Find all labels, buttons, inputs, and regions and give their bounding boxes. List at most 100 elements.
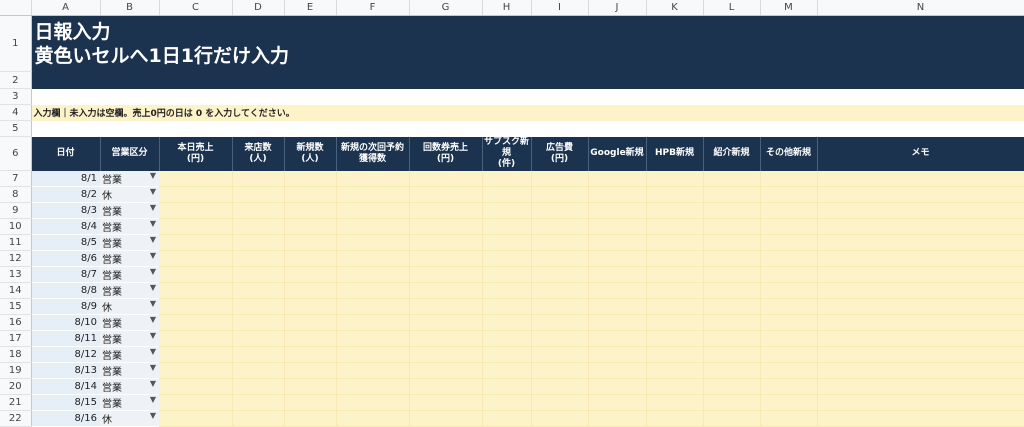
header-business-type[interactable]: 営業区分 (100, 137, 159, 171)
input-cell[interactable] (232, 218, 284, 234)
business-type-dropdown[interactable]: 営業▼ (100, 282, 159, 298)
column-header[interactable]: A (31, 0, 100, 16)
row-number[interactable]: 2 (0, 72, 31, 89)
input-cell[interactable] (284, 202, 336, 218)
input-cell[interactable] (482, 362, 531, 378)
input-cell[interactable] (588, 330, 646, 346)
input-cell[interactable] (703, 186, 760, 202)
triangle-down-icon[interactable]: ▼ (150, 187, 156, 196)
input-cell[interactable] (284, 314, 336, 330)
input-cell[interactable] (159, 186, 232, 202)
input-cell[interactable] (588, 282, 646, 298)
input-cell[interactable] (409, 266, 482, 282)
triangle-down-icon[interactable]: ▼ (150, 219, 156, 228)
input-cell[interactable] (409, 282, 482, 298)
input-cell[interactable] (588, 218, 646, 234)
input-cell[interactable] (817, 234, 1024, 250)
input-cell[interactable] (646, 171, 703, 187)
input-cell[interactable] (817, 202, 1024, 218)
input-cell[interactable] (232, 330, 284, 346)
input-cell[interactable] (159, 362, 232, 378)
row-number[interactable]: 14 (0, 282, 31, 298)
blank-cell[interactable] (31, 89, 1024, 105)
input-cell[interactable] (336, 362, 409, 378)
business-type-dropdown[interactable]: 休▼ (100, 410, 159, 426)
date-cell[interactable]: 8/14 (31, 378, 100, 394)
input-cell[interactable] (336, 218, 409, 234)
triangle-down-icon[interactable]: ▼ (150, 379, 156, 388)
triangle-down-icon[interactable]: ▼ (150, 171, 156, 180)
input-cell[interactable] (159, 298, 232, 314)
input-cell[interactable] (531, 330, 588, 346)
input-cell[interactable] (482, 266, 531, 282)
date-cell[interactable]: 8/5 (31, 234, 100, 250)
input-cell[interactable] (760, 202, 817, 218)
input-cell[interactable] (482, 410, 531, 426)
row-number[interactable]: 7 (0, 171, 31, 187)
business-type-dropdown[interactable]: 営業▼ (100, 362, 159, 378)
input-cell[interactable] (817, 218, 1024, 234)
business-type-dropdown[interactable]: 営業▼ (100, 330, 159, 346)
input-cell[interactable] (760, 282, 817, 298)
input-cell[interactable] (588, 202, 646, 218)
input-cell[interactable] (703, 394, 760, 410)
input-cell[interactable] (336, 346, 409, 362)
row-number[interactable]: 17 (0, 330, 31, 346)
input-cell[interactable] (703, 298, 760, 314)
input-cell[interactable] (232, 282, 284, 298)
input-cell[interactable] (588, 394, 646, 410)
input-cell[interactable] (159, 378, 232, 394)
select-all-corner[interactable] (0, 0, 31, 16)
input-cell[interactable] (646, 298, 703, 314)
input-cell[interactable] (703, 346, 760, 362)
input-cell[interactable] (531, 250, 588, 266)
input-cell[interactable] (159, 330, 232, 346)
input-cell[interactable] (159, 346, 232, 362)
input-cell[interactable] (703, 314, 760, 330)
input-cell[interactable] (409, 394, 482, 410)
column-header[interactable]: D (232, 0, 284, 16)
header-next-booking[interactable]: 新規の次回予約 獲得数 (336, 137, 409, 171)
input-cell[interactable] (531, 202, 588, 218)
input-cell[interactable] (284, 346, 336, 362)
input-cell[interactable] (336, 298, 409, 314)
input-cell[interactable] (482, 282, 531, 298)
row-number[interactable]: 19 (0, 362, 31, 378)
business-type-dropdown[interactable]: 営業▼ (100, 218, 159, 234)
input-cell[interactable] (159, 218, 232, 234)
header-google-new[interactable]: Google新規 (588, 137, 646, 171)
input-cell[interactable] (817, 378, 1024, 394)
header-date[interactable]: 日付 (31, 137, 100, 171)
input-cell[interactable] (159, 314, 232, 330)
column-header[interactable]: J (588, 0, 646, 16)
date-cell[interactable]: 8/12 (31, 346, 100, 362)
input-cell[interactable] (159, 282, 232, 298)
row-number[interactable]: 1 (0, 16, 31, 72)
input-cell[interactable] (531, 346, 588, 362)
input-cell[interactable] (336, 330, 409, 346)
input-cell[interactable] (760, 298, 817, 314)
row-number[interactable]: 16 (0, 314, 31, 330)
row-number[interactable]: 15 (0, 298, 31, 314)
input-cell[interactable] (817, 314, 1024, 330)
input-cell[interactable] (588, 266, 646, 282)
input-cell[interactable] (588, 346, 646, 362)
triangle-down-icon[interactable]: ▼ (150, 235, 156, 244)
input-cell[interactable] (646, 266, 703, 282)
input-cell[interactable] (646, 218, 703, 234)
column-header[interactable]: N (817, 0, 1024, 16)
input-cell[interactable] (232, 250, 284, 266)
input-cell[interactable] (817, 186, 1024, 202)
input-cell[interactable] (159, 394, 232, 410)
input-cell[interactable] (232, 266, 284, 282)
input-cell[interactable] (588, 362, 646, 378)
input-cell[interactable] (703, 330, 760, 346)
input-cell[interactable] (703, 234, 760, 250)
input-cell[interactable] (159, 266, 232, 282)
input-cell[interactable] (409, 362, 482, 378)
input-cell[interactable] (409, 250, 482, 266)
triangle-down-icon[interactable]: ▼ (150, 283, 156, 292)
blank-cell[interactable] (31, 121, 1024, 137)
input-cell[interactable] (284, 171, 336, 187)
business-type-dropdown[interactable]: 営業▼ (100, 171, 159, 187)
